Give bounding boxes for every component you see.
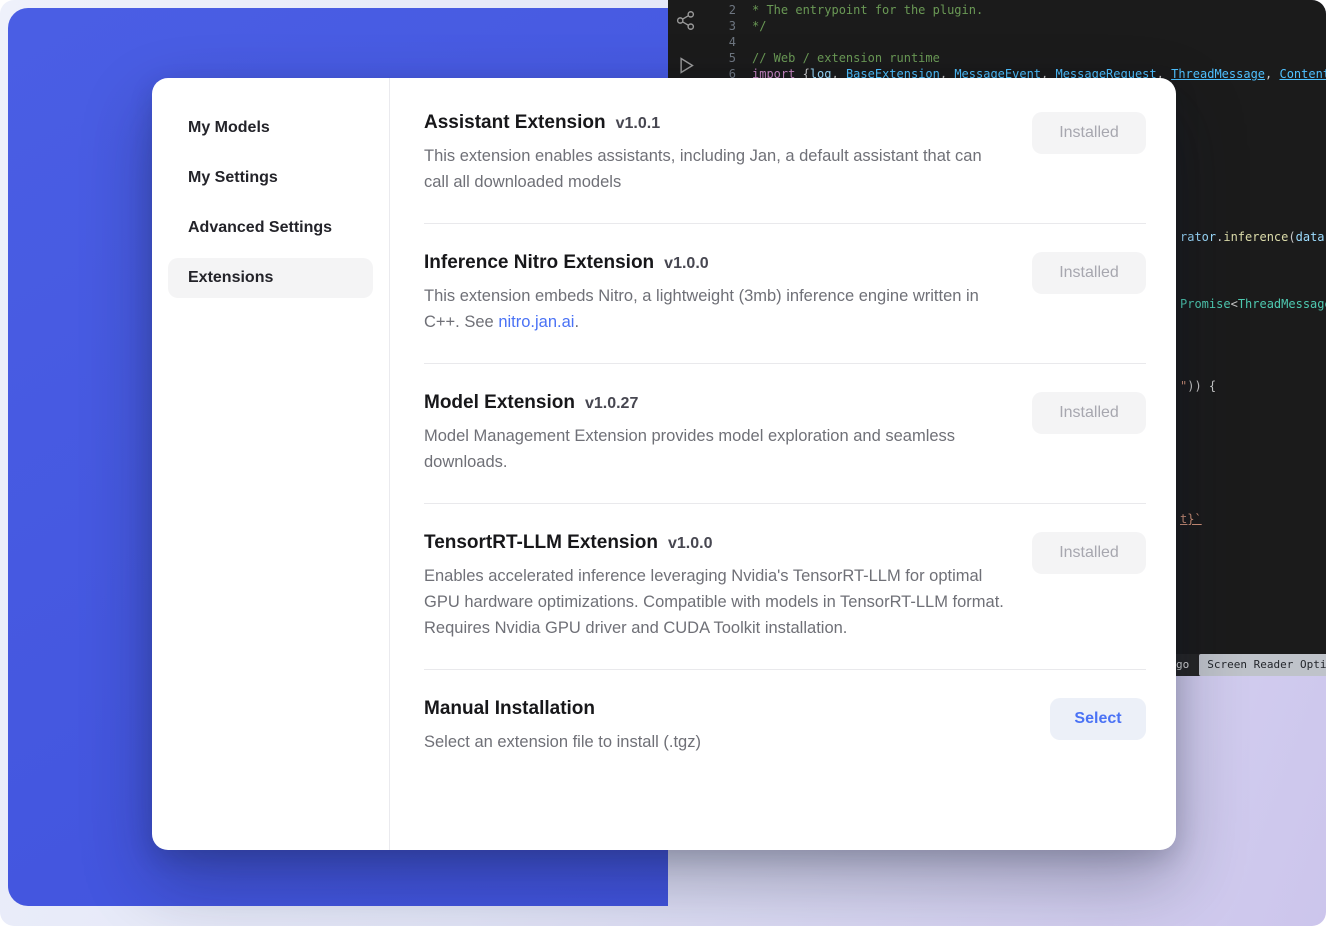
extension-item-nitro: Inference Nitro Extension v1.0.0 This ex… [424,224,1146,364]
line-number: 4 [692,34,736,50]
sidebar-item-my-settings[interactable]: My Settings [168,158,373,198]
extension-info: Manual Installation Select an extension … [424,698,701,756]
extension-heading: Assistant Extension v1.0.1 [424,112,1009,134]
page: 2 * The entrypoint for the plugin. 3 */ … [0,0,1326,926]
extension-item-assistant: Assistant Extension v1.0.1 This extensio… [424,112,1146,224]
extension-heading: Model Extension v1.0.27 [424,392,1009,414]
extension-title: TensortRT-LLM Extension [424,532,658,554]
extension-description: This extension enables assistants, inclu… [424,144,1009,195]
line-number: 3 [692,18,736,34]
line-number: 2 [692,2,736,18]
screen-reader-badge: Screen Reader Optimized [1199,654,1326,676]
settings-modal: My Models My Settings Advanced Settings … [152,78,1176,850]
code-line: 5 // Web / extension runtime [692,50,1326,66]
sidebar-item-extensions[interactable]: Extensions [168,258,373,298]
extension-heading: Inference Nitro Extension v1.0.0 [424,252,1009,274]
code-fragment: Promise<ThreadMessage> [1180,296,1326,312]
sidebar-item-my-models[interactable]: My Models [168,108,373,148]
extension-description: This extension embeds Nitro, a lightweig… [424,284,1009,335]
extension-description: Enables accelerated inference leveraging… [424,564,1009,641]
code-text: // Web / extension runtime [752,50,940,66]
code-line: 2 * The entrypoint for the plugin. [692,2,1326,18]
nitro-jan-ai-link[interactable]: nitro.jan.ai [498,313,574,331]
extension-version: v1.0.0 [664,255,708,273]
extension-item-model: Model Extension v1.0.27 Model Management… [424,364,1146,504]
code-fragment: ")) { [1180,378,1216,394]
code-text: */ [752,18,766,34]
extension-item-tensorrt: TensortRT-LLM Extension v1.0.0 Enables a… [424,504,1146,670]
status-text: go [1176,657,1189,673]
installed-button[interactable]: Installed [1032,252,1146,294]
sidebar-item-advanced-settings[interactable]: Advanced Settings [168,208,373,248]
installed-button[interactable]: Installed [1032,532,1146,574]
manual-installation-description: Select an extension file to install (.tg… [424,730,701,756]
manual-installation-row: Manual Installation Select an extension … [424,670,1146,756]
extension-info: Assistant Extension v1.0.1 This extensio… [424,112,1009,195]
installed-button[interactable]: Installed [1032,112,1146,154]
extension-info: Model Extension v1.0.27 Model Management… [424,392,1009,475]
extension-title: Model Extension [424,392,575,414]
code-block: 2 * The entrypoint for the plugin. 3 */ … [692,2,1326,82]
settings-sidebar: My Models My Settings Advanced Settings … [152,78,390,850]
extension-version: v1.0.0 [668,535,712,553]
description-text: . [574,313,579,331]
extension-description: Model Management Extension provides mode… [424,424,1009,475]
extension-info: Inference Nitro Extension v1.0.0 This ex… [424,252,1009,335]
code-text: * The entrypoint for the plugin. [752,2,983,18]
extensions-panel: Assistant Extension v1.0.1 This extensio… [390,78,1176,850]
extension-version: v1.0.27 [585,395,638,413]
installed-button[interactable]: Installed [1032,392,1146,434]
code-fragment: t}` [1180,511,1202,527]
manual-installation-heading: Manual Installation [424,698,701,720]
extension-title: Assistant Extension [424,112,606,134]
extension-version: v1.0.1 [616,115,660,133]
extension-heading: TensortRT-LLM Extension v1.0.0 [424,532,1009,554]
extension-info: TensortRT-LLM Extension v1.0.0 Enables a… [424,532,1009,641]
extension-title: Inference Nitro Extension [424,252,654,274]
code-line: 3 */ [692,18,1326,34]
code-line: 4 [692,34,1326,50]
select-file-button[interactable]: Select [1050,698,1146,740]
code-fragment: rator.inference(data)); [1180,229,1326,245]
line-number: 5 [692,50,736,66]
manual-installation-title: Manual Installation [424,698,595,720]
